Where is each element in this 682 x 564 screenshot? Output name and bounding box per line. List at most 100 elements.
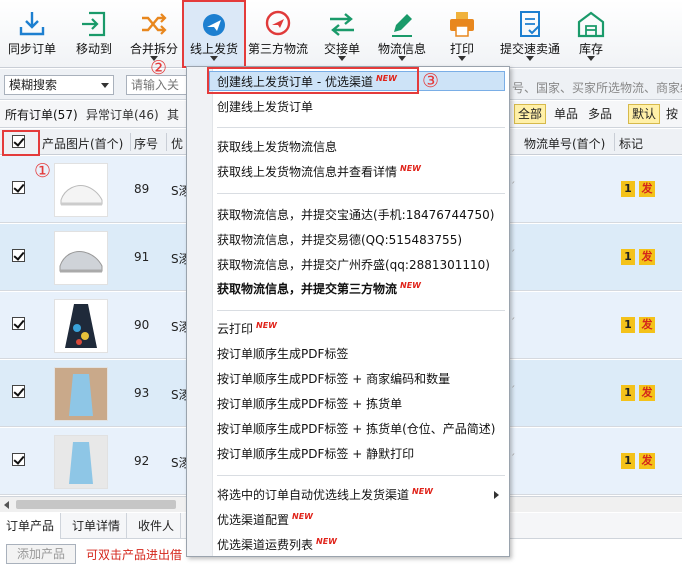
menu-item-label: 将选中的订单自动优选线上发货渠道	[217, 488, 410, 502]
chevron-down-icon	[210, 56, 218, 61]
menu-item-label: 按订单顺序生成PDF标签 + 静默打印	[217, 447, 415, 461]
menu-item-label: 获取线上发货物流信息并查看详情	[217, 165, 398, 179]
chevron-down-icon	[398, 56, 406, 61]
tab-all-orders[interactable]: 所有订单(57)	[5, 106, 78, 123]
print-button[interactable]: 打印	[432, 0, 492, 68]
menu-item-label: 获取线上发货物流信息	[217, 140, 338, 154]
menu-item-label: 按订单顺序生成PDF标签 + 商家编码和数量	[217, 372, 451, 386]
tab-order-details[interactable]: 订单详情	[66, 513, 128, 539]
menu-item-pdf-labels-sku-qty[interactable]: 按订单顺序生成PDF标签 + 商家编码和数量	[217, 369, 505, 389]
header-mark: 标记	[619, 137, 644, 151]
product-thumbnail[interactable]	[54, 367, 108, 421]
menu-item-label: 创建线上发货订单	[217, 100, 314, 114]
submit-aliexpress-button[interactable]: 提交速卖通	[494, 0, 566, 68]
sync-orders-button[interactable]: 同步订单	[2, 0, 62, 68]
row-checkbox[interactable]	[12, 317, 25, 330]
scroll-left-icon[interactable]	[4, 501, 9, 509]
logistics-info-button[interactable]: 物流信息	[372, 0, 432, 68]
row-divider-mark: ˊ	[510, 180, 516, 193]
chevron-down-icon	[526, 56, 534, 61]
menu-item-get-logistics-details[interactable]: 获取线上发货物流信息并查看详情 NEW	[217, 162, 505, 182]
exchange-icon	[330, 13, 354, 36]
menu-item-submit-third-party[interactable]: 获取物流信息，并提交第三方物流 NEW	[217, 279, 505, 299]
merge-split-label: 合并拆分	[129, 42, 178, 56]
segment-multi[interactable]: 多品	[584, 104, 616, 124]
tab-exception-orders[interactable]: 异常订单(46)	[86, 106, 159, 123]
menu-item-auto-preferred-channel[interactable]: 将选中的订单自动优选线上发货渠道 NEW	[217, 485, 505, 505]
search-mode-select[interactable]: 模糊搜索	[4, 75, 114, 95]
chevron-down-icon	[587, 56, 595, 61]
tab-other[interactable]: 其	[167, 106, 179, 123]
search-mode-value: 模糊搜索	[9, 78, 58, 92]
sneaker-image	[60, 185, 103, 206]
segment-default[interactable]: 默认	[628, 104, 661, 124]
move-to-button[interactable]: 移动到	[64, 0, 124, 68]
header-tracking-number: 物流单号(首个)	[524, 137, 606, 151]
dress-image	[65, 304, 97, 348]
tab-recipient[interactable]: 收件人	[132, 513, 182, 539]
header-col3: 优	[171, 137, 184, 151]
add-product-button[interactable]: 添加产品	[6, 544, 76, 564]
menu-item-cloud-print[interactable]: 云打印 NEW	[217, 319, 505, 339]
handover-button[interactable]: 交接单	[312, 0, 372, 68]
new-badge: NEW	[400, 164, 421, 173]
product-thumbnail[interactable]	[54, 231, 108, 285]
row-checkbox[interactable]	[12, 181, 25, 194]
chevron-down-icon	[101, 83, 109, 88]
mark-badge-count: 1	[621, 249, 635, 265]
row-checkbox[interactable]	[12, 385, 25, 398]
product-thumbnail[interactable]	[54, 163, 108, 217]
segment-single[interactable]: 单品	[550, 104, 582, 124]
sync-orders-label: 同步订单	[7, 42, 56, 56]
segment-more[interactable]: 按	[662, 104, 682, 124]
handover-label: 交接单	[323, 42, 360, 56]
row-checkbox[interactable]	[12, 453, 25, 466]
online-shipping-label: 线上发货	[189, 42, 238, 56]
row-seq: 92	[134, 454, 150, 468]
tab-order-products[interactable]: 订单产品	[0, 513, 62, 539]
menu-item-submit-yide[interactable]: 获取物流信息，并提交易德(QQ:515483755)	[217, 230, 505, 250]
product-thumbnail[interactable]	[54, 299, 108, 353]
column-divider	[130, 133, 131, 151]
new-badge: NEW	[400, 281, 421, 290]
menu-separator	[217, 310, 505, 311]
menu-item-submit-baotongda[interactable]: 获取物流信息，并提交宝通达(手机:18476744750)	[217, 205, 505, 225]
online-shipping-menu: 创建线上发货订单 - 优选渠道 NEW 创建线上发货订单 获取线上发货物流信息 获…	[186, 66, 510, 557]
select-all-highlight	[2, 130, 40, 156]
product-thumbnail[interactable]	[54, 435, 108, 489]
menu-item-label: 云打印	[217, 322, 254, 336]
menu-item-pdf-labels-silent-print[interactable]: 按订单顺序生成PDF标签 + 静默打印	[217, 444, 505, 464]
menu-item-label: 获取物流信息，并提交广州乔盛(qq:2881301110)	[217, 258, 490, 272]
row-divider-mark: ˊ	[510, 248, 516, 261]
search-hint-text: 号、国家、买家所选物流、商家编	[512, 81, 682, 95]
row-seq: 91	[134, 250, 150, 264]
inventory-button[interactable]: 库存	[566, 0, 616, 68]
plane-circle-icon	[265, 10, 291, 36]
row-checkbox[interactable]	[12, 249, 25, 262]
mark-badge-shipped: 发	[639, 453, 655, 469]
blue-dress-image	[55, 436, 107, 488]
print-label: 打印	[449, 42, 474, 56]
menu-separator	[217, 193, 505, 194]
printer-icon	[450, 12, 474, 37]
segment-all[interactable]: 全部	[514, 104, 547, 124]
menu-item-get-logistics-info[interactable]: 获取线上发货物流信息	[217, 137, 505, 157]
third-party-logistics-button[interactable]: 第三方物流	[246, 0, 310, 68]
menu-item-preferred-freight-list[interactable]: 优选渠道运费列表 NEW	[217, 535, 505, 555]
shuffle-icon	[142, 13, 167, 35]
new-badge: NEW	[292, 512, 313, 521]
menu-item-pdf-labels[interactable]: 按订单顺序生成PDF标签	[217, 344, 505, 364]
mark-badge-shipped: 发	[639, 249, 655, 265]
menu-item-label: 按订单顺序生成PDF标签 + 拣货单(仓位、产品简述)	[217, 422, 496, 436]
menu-item-preferred-channel-config[interactable]: 优选渠道配置 NEW	[217, 510, 505, 530]
menu-separator	[217, 475, 505, 476]
menu-item-pdf-labels-picklist[interactable]: 按订单顺序生成PDF标签 + 拣货单	[217, 394, 505, 414]
online-shipping-button[interactable]: 线上发货	[182, 0, 246, 68]
menu-item-submit-qiaosheng[interactable]: 获取物流信息，并提交广州乔盛(qq:2881301110)	[217, 255, 505, 275]
menu-item-pdf-labels-picklist-location[interactable]: 按订单顺序生成PDF标签 + 拣货单(仓位、产品简述)	[217, 419, 505, 439]
scrollbar-thumb[interactable]	[16, 500, 176, 509]
menu-item-label: 获取物流信息，并提交第三方物流	[217, 282, 398, 296]
new-badge: NEW	[316, 537, 337, 546]
menu-item-create-order[interactable]: 创建线上发货订单	[217, 97, 505, 117]
menu-item-label: 获取物流信息，并提交易德(QQ:515483755)	[217, 233, 463, 247]
